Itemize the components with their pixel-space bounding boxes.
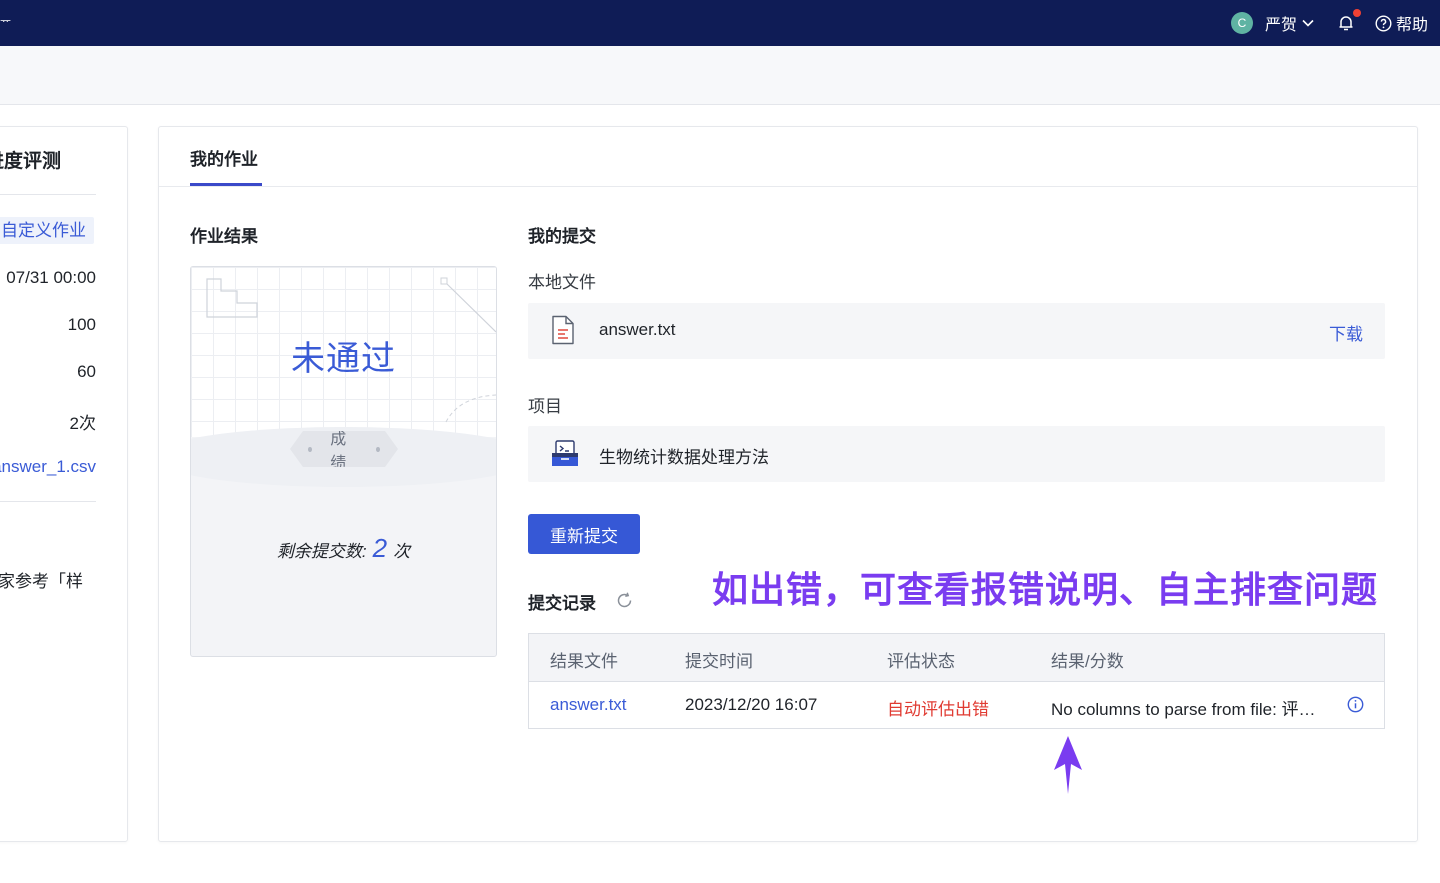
active-tab-indicator xyxy=(190,183,262,186)
local-file-label: 本地文件 xyxy=(528,273,596,292)
evaluation-status: 自动评估出错 xyxy=(887,700,989,719)
pass-score-value: 60 xyxy=(77,362,96,381)
result-section-title: 作业结果 xyxy=(190,227,258,246)
column-header: 结果文件 xyxy=(550,652,618,671)
remaining-suffix: 次 xyxy=(393,542,411,561)
user-toolbar: C 严贺 帮助 xyxy=(1230,0,1428,46)
column-header: 结果/分数 xyxy=(1051,652,1124,671)
panel-title: 进度评测 xyxy=(0,151,62,172)
refresh-icon[interactable] xyxy=(615,591,634,615)
column-header: 提交时间 xyxy=(685,652,753,671)
help-circle-icon xyxy=(1375,14,1392,32)
column-header: 评估状态 xyxy=(887,652,955,671)
divider xyxy=(0,501,96,502)
submission-records-table: 结果文件 提交时间 评估状态 结果/分数 answer.txt 2023/12/… xyxy=(528,633,1385,729)
badge-dot xyxy=(308,446,313,452)
sample-file-link[interactable]: answer_1.csv xyxy=(0,457,96,477)
document-icon xyxy=(550,315,576,350)
top-navigation-bar: ᅲ C 严贺 帮助 xyxy=(0,0,1440,46)
bell-icon[interactable] xyxy=(1337,9,1361,32)
download-link[interactable]: 下载 xyxy=(1329,320,1363,345)
assignment-type-tag: 自定义作业 xyxy=(0,217,94,244)
logo-fragment: ᅲ xyxy=(0,14,12,28)
submission-section-title: 我的提交 xyxy=(528,227,596,246)
submission-time: 2023/12/20 16:07 xyxy=(685,695,818,714)
project-row: 生物统计数据处理方法 xyxy=(528,426,1385,482)
tab-my-assignment[interactable]: 我的作业 xyxy=(190,145,258,170)
help-link[interactable]: 帮助 xyxy=(1375,11,1428,35)
local-file-name: answer.txt xyxy=(599,320,676,339)
table-header xyxy=(529,634,1384,682)
result-card: 未通过 成绩 剩余提交数: 2 次 xyxy=(190,266,497,657)
terminal-folder-icon xyxy=(550,439,580,474)
grade-label: 成绩 xyxy=(330,431,347,472)
remaining-submissions: 剩余提交数: 2 次 xyxy=(191,533,496,564)
chevron-down-icon[interactable] xyxy=(1301,16,1315,30)
user-name[interactable]: 严贺 xyxy=(1265,11,1297,35)
avatar[interactable]: C xyxy=(1230,12,1253,34)
remaining-prefix: 剩余提交数: xyxy=(276,542,367,561)
project-name: 生物统计数据处理方法 xyxy=(599,448,769,467)
result-score: No columns to parse from file: 评… xyxy=(1051,700,1316,719)
assignment-note: 大家参考「样 xyxy=(0,572,83,591)
result-file-link[interactable]: answer.txt xyxy=(550,695,627,715)
result-status: 未通过 xyxy=(291,340,396,378)
help-label: 帮助 xyxy=(1395,17,1428,34)
badge-dot xyxy=(375,446,380,452)
tab-bar: 我的作业 xyxy=(159,127,1417,187)
submission-records-title: 提交记录 xyxy=(528,594,596,613)
annotation-callout: 如出错，可查看报错说明、自主排查问题 xyxy=(712,569,1379,610)
my-assignment-card: 我的作业 作业结果 未通过 成绩 剩余提交数: 2 次 我的提交 本地文件 an… xyxy=(158,126,1418,842)
breadcrumb-bar xyxy=(0,46,1440,105)
divider xyxy=(0,194,96,195)
total-score-value: 100 xyxy=(67,315,96,334)
arrow-up-icon xyxy=(1054,736,1082,801)
grade-badge: 成绩 xyxy=(290,431,398,467)
assignment-info-panel: 进度评测 自定义作业 07/31 00:00 100 60 2次 answer_… xyxy=(0,126,128,842)
deadline-value: 07/31 00:00 xyxy=(6,268,96,287)
remaining-count: 2 xyxy=(372,533,388,563)
info-icon[interactable] xyxy=(1347,696,1364,718)
resubmit-button[interactable]: 重新提交 xyxy=(528,514,640,554)
local-file-row: answer.txt 下载 xyxy=(528,303,1385,359)
attempts-value: 2次 xyxy=(69,414,96,433)
notification-dot xyxy=(1352,9,1361,17)
project-label: 项目 xyxy=(528,397,562,416)
